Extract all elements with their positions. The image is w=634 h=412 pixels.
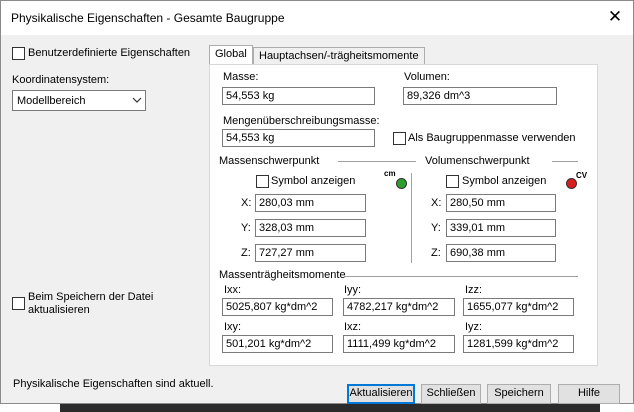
ixx-label: Ixx: [224, 284, 242, 296]
cov-symbol-checkbox[interactable] [446, 175, 459, 188]
mass-label: Masse: [223, 71, 259, 83]
com-symbol-label: Symbol anzeigen [271, 175, 356, 187]
custom-properties-label: Benutzerdefinierte Eigenschaften [28, 47, 191, 59]
cov-x-label: X: [431, 197, 442, 209]
quantity-mass-label: Mengenüberschreibungsmasse: [223, 115, 380, 127]
izz-field[interactable]: 1655,077 kg*dm^2 [463, 298, 574, 316]
status-text: Physikalische Eigenschaften sind aktuell… [13, 378, 214, 390]
quantity-mass-field[interactable]: 54,553 kg [222, 129, 375, 147]
title-bar: Physikalische Eigenschaften - Gesamte Ba… [1, 1, 633, 35]
update-on-save-checkbox[interactable] [12, 297, 25, 310]
ixz-field[interactable]: 1111,499 kg*dm^2 [343, 335, 455, 353]
inertia-title: Massenträgheitsmomente [219, 269, 346, 281]
help-button[interactable]: Hilfe [558, 384, 620, 404]
com-x-field[interactable]: 280,03 mm [255, 194, 366, 212]
update-button[interactable]: Aktualisieren [347, 384, 415, 404]
com-x-label: X: [241, 197, 252, 209]
save-button[interactable]: Speichern [487, 384, 551, 404]
com-y-field[interactable]: 328,03 mm [255, 219, 366, 237]
volume-field[interactable]: 89,326 dm^3 [403, 87, 557, 105]
background-strip-bottom [60, 403, 600, 412]
ixy-label: Ixy: [224, 321, 242, 333]
coordinate-system-select[interactable]: Modellbereich [12, 90, 146, 111]
cov-z-label: Z: [431, 247, 441, 259]
tab-panel-global: Masse: 54,553 kg Volumen: 89,326 dm^3 Me… [209, 64, 598, 366]
center-of-mass-divider [338, 161, 416, 162]
coordinate-system-value: Modellbereich [17, 95, 86, 107]
inertia-divider [345, 276, 578, 277]
tab-principal-axes[interactable]: Hauptachsen/-trägheitsmomente [253, 47, 425, 65]
com-z-field[interactable]: 727,27 mm [255, 244, 366, 262]
com-symbol-checkbox[interactable] [256, 175, 269, 188]
ixy-field[interactable]: 501,201 kg*dm^2 [222, 335, 333, 353]
use-assembly-mass-label: Als Baugruppenmasse verwenden [408, 132, 576, 144]
update-on-save-label: Beim Speichern der Datei aktualisieren [28, 291, 154, 316]
ixz-label: Ixz: [344, 321, 362, 333]
chevron-down-icon [132, 97, 142, 103]
volume-label: Volumen: [404, 71, 450, 83]
cov-y-label: Y: [431, 222, 441, 234]
izz-label: Izz: [465, 284, 483, 296]
cov-x-field[interactable]: 280,50 mm [446, 194, 556, 212]
use-assembly-mass-checkbox[interactable] [393, 132, 406, 145]
ixx-field[interactable]: 5025,807 kg*dm^2 [222, 298, 333, 316]
physical-properties-dialog: Physikalische Eigenschaften - Gesamte Ba… [0, 0, 634, 404]
window-title: Physikalische Eigenschaften - Gesamte Ba… [11, 11, 285, 25]
com-z-label: Z: [241, 247, 251, 259]
iyy-label: Iyy: [344, 284, 362, 296]
iyz-label: Iyz: [465, 321, 483, 333]
center-of-volume-divider [552, 161, 578, 162]
coordinate-system-label: Koordinatensystem: [12, 74, 110, 86]
center-of-mass-icon [396, 178, 407, 189]
mass-field[interactable]: 54,553 kg [222, 87, 375, 105]
cov-y-field[interactable]: 339,01 mm [446, 219, 556, 237]
center-of-volume-title: Volumenschwerpunkt [425, 155, 530, 167]
iyz-field[interactable]: 1281,599 kg*dm^2 [463, 335, 574, 353]
center-of-mass-title: Massenschwerpunkt [219, 155, 320, 167]
cov-symbol-label: Symbol anzeigen [462, 175, 547, 187]
tab-global[interactable]: Global [209, 45, 253, 65]
close-icon[interactable]: ✕ [605, 7, 625, 27]
custom-properties-checkbox[interactable] [12, 47, 25, 60]
iyy-field[interactable]: 4782,217 kg*dm^2 [343, 298, 455, 316]
center-divider [411, 173, 412, 263]
com-icon-label: cm [384, 169, 396, 178]
com-y-label: Y: [241, 222, 251, 234]
cov-z-field[interactable]: 690,38 mm [446, 244, 556, 262]
cov-icon-label: CV [576, 171, 588, 180]
close-button[interactable]: Schließen [421, 384, 481, 404]
